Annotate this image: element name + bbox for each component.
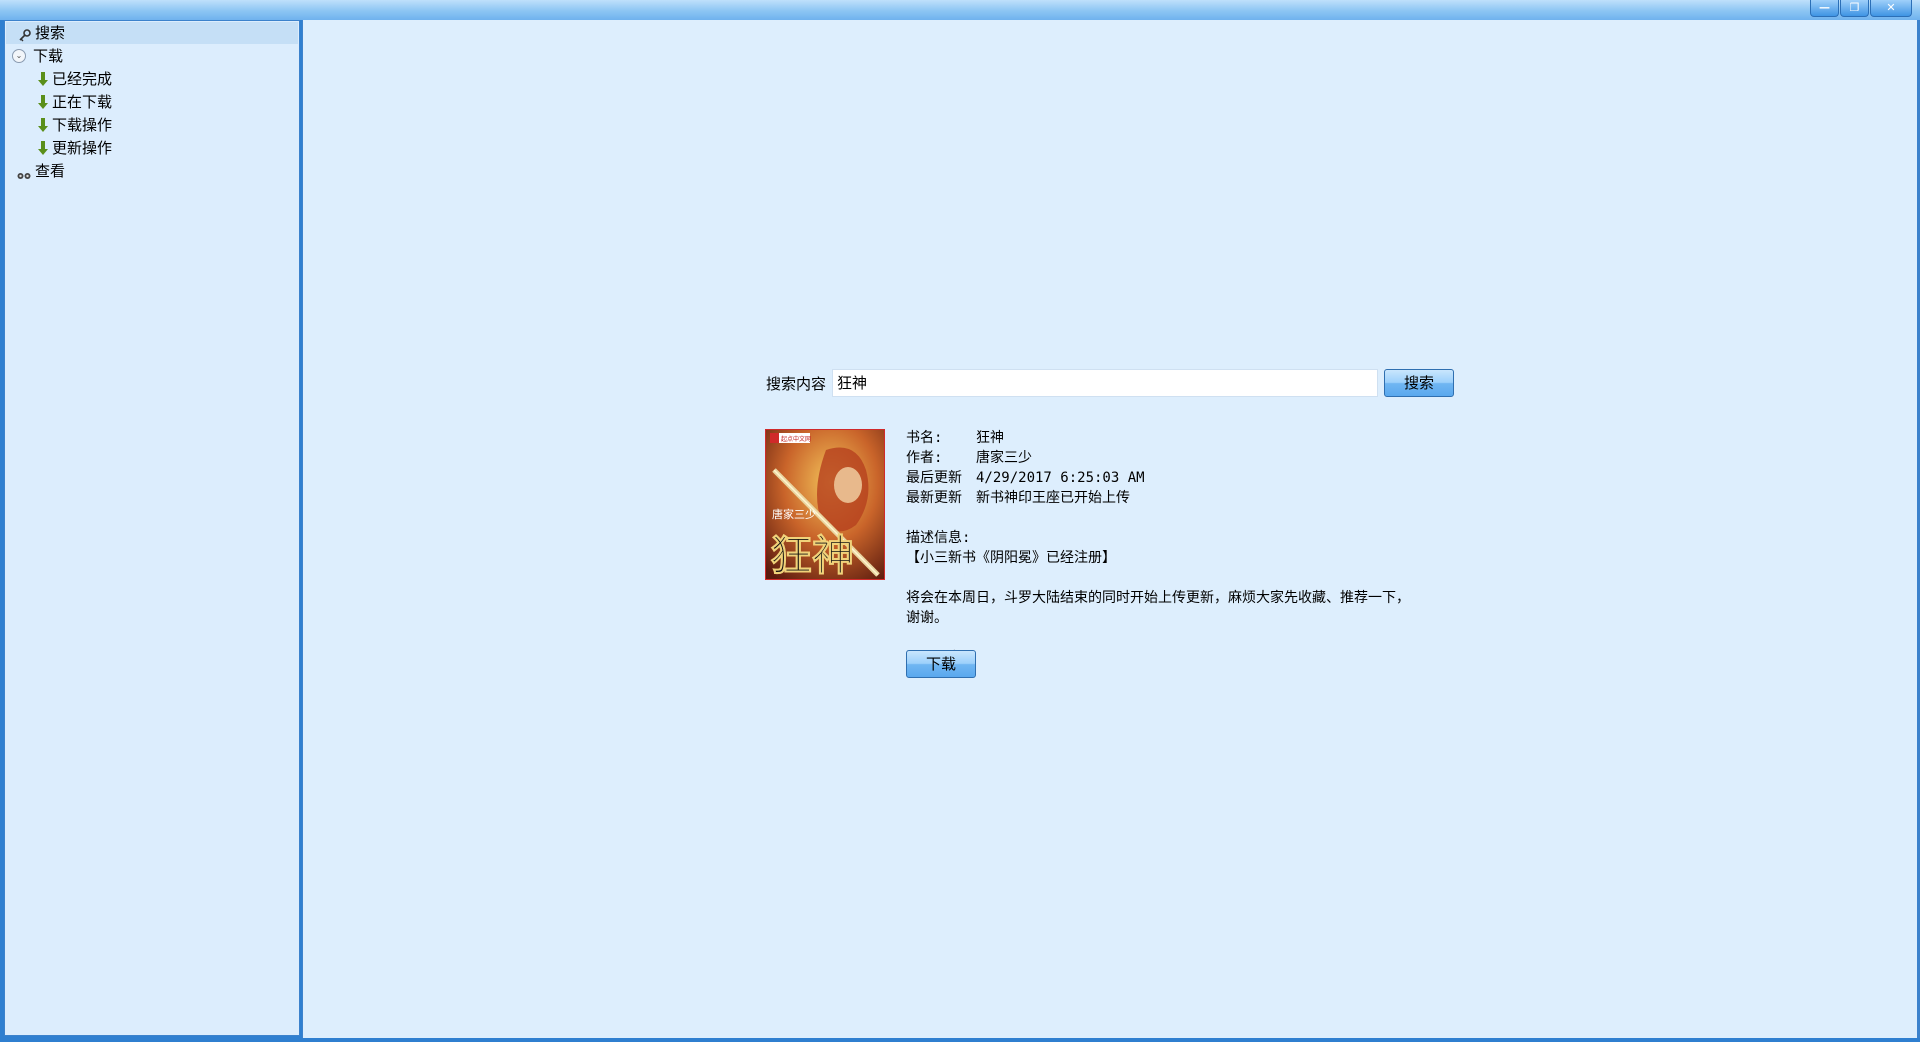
description-line xyxy=(906,628,1466,648)
restore-button[interactable]: ❐ xyxy=(1840,0,1869,17)
sidebar-item-download-ops[interactable]: 下载操作 xyxy=(37,114,112,136)
sidebar-item-search[interactable]: 搜索 xyxy=(6,22,298,44)
sidebar-item-downloading[interactable]: 正在下载 xyxy=(37,91,112,113)
key-icon xyxy=(18,26,32,42)
minimize-button[interactable]: — xyxy=(1810,0,1839,17)
info-key: 最后更新 xyxy=(906,470,962,486)
main-panel: 搜索内容 狂神 搜索 唐家三少 狂神 起点中文网 书名: 狂神 作者: 唐家三少… xyxy=(302,20,1920,1038)
info-value: 唐家三少 xyxy=(976,450,1032,466)
info-row-last-updated: 最后更新 4/29/2017 6:25:03 AM xyxy=(906,468,1466,488)
info-key: 书名: xyxy=(906,430,943,446)
sidebar-item-label: 下载 xyxy=(33,47,64,65)
close-button[interactable]: ✕ xyxy=(1870,0,1912,17)
collapse-icon[interactable]: ⌄ xyxy=(12,49,26,63)
green-down-arrow-icon xyxy=(37,71,49,87)
sidebar-item-download[interactable]: ⌄ 下载 xyxy=(12,45,63,67)
sidebar-item-label: 查看 xyxy=(35,162,66,180)
book-cover-image: 唐家三少 狂神 起点中文网 xyxy=(765,429,885,580)
description-line xyxy=(906,568,1466,588)
window-controls: — ❐ ✕ xyxy=(1809,0,1912,17)
sidebar-item-view[interactable]: 查看 xyxy=(16,160,65,182)
cover-author-text: 唐家三少 xyxy=(772,507,816,521)
info-value: 4/29/2017 6:25:03 AM xyxy=(976,470,1145,486)
description-line: 谢谢。 xyxy=(906,610,948,626)
info-value: 新书神印王座已开始上传 xyxy=(976,490,1130,506)
sidebar-item-label: 更新操作 xyxy=(52,139,113,157)
description-line: 【小三新书《阴阳冕》已经注册】 xyxy=(906,550,1116,566)
description-label: 描述信息: xyxy=(906,530,971,546)
sidebar-item-label: 已经完成 xyxy=(52,70,113,88)
sidebar-item-update-ops[interactable]: 更新操作 xyxy=(37,137,112,159)
cover-publisher-text: 起点中文网 xyxy=(781,435,811,443)
title-bar: — ❐ ✕ xyxy=(0,0,1920,20)
search-input[interactable]: 狂神 xyxy=(832,369,1378,397)
sidebar-item-label: 下载操作 xyxy=(52,116,113,134)
info-key: 最新更新 xyxy=(906,490,962,506)
description-line: 阴阳冕书号 xyxy=(906,648,1466,668)
book-description: 描述信息: 【小三新书《阴阳冕》已经注册】 将会在本周日，斗罗大陆结束的同时开始… xyxy=(906,528,1466,668)
search-label: 搜索内容 xyxy=(766,375,827,393)
info-value: 狂神 xyxy=(976,430,1004,446)
green-down-arrow-icon xyxy=(37,94,49,110)
sidebar-item-label: 搜索 xyxy=(35,24,66,42)
sidebar-item-completed[interactable]: 已经完成 xyxy=(37,68,112,90)
sidebar-item-label: 正在下载 xyxy=(52,93,113,111)
green-down-arrow-icon xyxy=(37,117,49,133)
cover-title-text: 狂神 xyxy=(770,531,854,579)
info-row-title: 书名: 狂神 xyxy=(906,428,1466,448)
sidebar-tree: 搜索 ⌄ 下载 已经完成 正在下载 下载操作 更新操作 查看 xyxy=(4,20,300,1036)
binoculars-icon xyxy=(16,165,32,179)
description-line: 将会在本周日，斗罗大陆结束的同时开始上传更新，麻烦大家先收藏、推荐一下， xyxy=(906,590,1410,606)
info-row-latest-update: 最新更新 新书神印王座已开始上传 xyxy=(906,488,1466,508)
search-button[interactable]: 搜索 xyxy=(1384,369,1454,397)
download-button[interactable]: 下载 xyxy=(906,650,976,678)
info-key: 作者: xyxy=(906,450,943,466)
green-down-arrow-icon xyxy=(37,140,49,156)
info-row-author: 作者: 唐家三少 xyxy=(906,448,1466,468)
book-info: 书名: 狂神 作者: 唐家三少 最后更新 4/29/2017 6:25:03 A… xyxy=(906,428,1466,508)
